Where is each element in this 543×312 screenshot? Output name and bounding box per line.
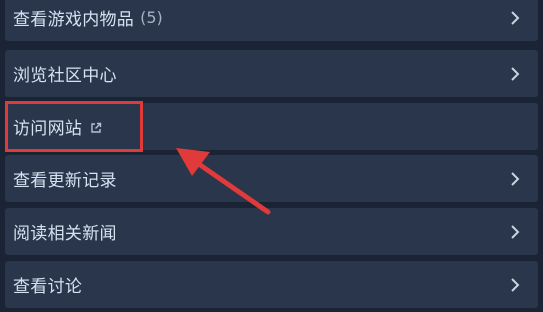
menu-item-view-update-history[interactable]: 查看更新记录 [5, 155, 538, 202]
menu-item-label: 查看游戏内物品 [13, 10, 135, 30]
menu-item-read-related-news[interactable]: 阅读相关新闻 [5, 208, 538, 255]
menu-item-browse-community-hub[interactable]: 浏览社区中心 [5, 50, 538, 97]
menu-item-view-discussions[interactable]: 查看讨论 [5, 261, 538, 308]
menu-item-view-ingame-items[interactable]: 查看游戏内物品 (5) [5, 0, 538, 41]
external-link-icon [91, 122, 102, 133]
menu-item-label: 查看更新记录 [13, 171, 117, 191]
menu-item-label: 阅读相关新闻 [13, 224, 117, 244]
chevron-right-icon [511, 171, 520, 186]
chevron-right-icon [511, 66, 520, 81]
menu-item-visit-website[interactable]: 访问网站 [5, 103, 538, 150]
menu-item-label: 访问网站 [13, 119, 83, 139]
game-menu-list: 查看游戏内物品 (5) 浏览社区中心 访问网站 查看更新记录 阅读相关新闻 查看… [0, 0, 543, 312]
item-count: (5) [140, 8, 163, 27]
menu-item-label: 浏览社区中心 [13, 66, 117, 86]
chevron-right-icon [511, 224, 520, 239]
chevron-right-icon [511, 277, 520, 292]
chevron-right-icon [511, 10, 520, 25]
menu-item-label: 查看讨论 [13, 277, 83, 297]
